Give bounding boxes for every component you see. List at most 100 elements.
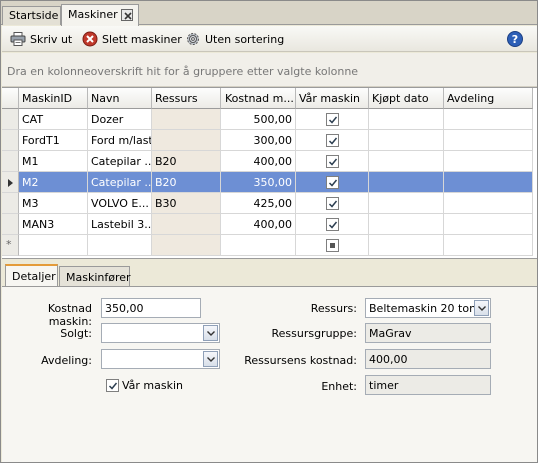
document-tab-bar: Startside Maskiner [1, 1, 537, 26]
cell-bought-date[interactable] [369, 214, 444, 235]
department-select[interactable] [101, 349, 220, 369]
column-header-kostnad[interactable]: Kostnad m... [221, 88, 296, 109]
table-row[interactable]: M3 VOLVO E... B30 425,00 [2, 193, 537, 214]
row-selector[interactable] [2, 172, 19, 193]
cell-machine-id[interactable]: M1 [19, 151, 88, 172]
cell-own-machine[interactable] [296, 193, 369, 214]
cell-resource[interactable] [152, 130, 221, 151]
table-row[interactable]: M2 Catepilar ... B20 350,00 [2, 172, 537, 193]
chevron-down-icon[interactable] [203, 325, 218, 341]
row-selector[interactable] [2, 151, 19, 172]
resource-select[interactable]: Beltemaskin 20 tonn [365, 298, 491, 318]
new-row[interactable]: * [2, 235, 537, 256]
cell-cost[interactable]: 400,00 [221, 214, 296, 235]
cell-department[interactable] [444, 151, 533, 172]
cell-resource[interactable] [152, 214, 221, 235]
cell-machine-id[interactable]: M3 [19, 193, 88, 214]
new-row-cell[interactable] [444, 235, 533, 256]
cell-machine-id[interactable]: CAT [19, 109, 88, 130]
row-selector[interactable] [2, 214, 19, 235]
cell-cost[interactable]: 500,00 [221, 109, 296, 130]
table-row[interactable]: CAT Dozer 500,00 [2, 109, 537, 130]
cell-resource[interactable] [152, 109, 221, 130]
column-header-var-maskin[interactable]: Vår maskin [296, 88, 369, 109]
column-header-navn[interactable]: Navn [88, 88, 152, 109]
cell-department[interactable] [444, 130, 533, 151]
group-by-panel[interactable]: Dra en kolonneoverskrift hit for å grupp… [2, 53, 537, 87]
cell-cost[interactable]: 425,00 [221, 193, 296, 214]
table-row[interactable]: M1 Catepilar ... B20 400,00 [2, 151, 537, 172]
grid-header-row: MaskinID Navn Ressurs Kostnad m... Vår m… [2, 88, 537, 109]
cell-department[interactable] [444, 214, 533, 235]
table-row[interactable]: FordT1 Ford m/last 300,00 [2, 130, 537, 151]
cell-department[interactable] [444, 109, 533, 130]
tab-maskiner[interactable]: Maskiner [61, 4, 139, 26]
cell-own-machine[interactable] [296, 109, 369, 130]
cell-machine-id[interactable]: M2 [19, 172, 88, 193]
cell-machine-id[interactable]: FordT1 [19, 130, 88, 151]
cell-bought-date[interactable] [369, 151, 444, 172]
row-selector[interactable] [2, 130, 19, 151]
cell-cost[interactable]: 400,00 [221, 151, 296, 172]
cell-department[interactable] [444, 172, 533, 193]
own-machine-checkbox[interactable] [326, 155, 339, 168]
own-machine-checkbox[interactable] [326, 176, 339, 189]
print-button[interactable]: Skriv ut [10, 30, 72, 48]
cell-own-machine[interactable] [296, 172, 369, 193]
own-machine-label[interactable]: Vår maskin [122, 379, 183, 392]
cell-resource[interactable]: B20 [152, 172, 221, 193]
cell-resource[interactable]: B30 [152, 193, 221, 214]
cell-bought-date[interactable] [369, 193, 444, 214]
cell-cost[interactable]: 350,00 [221, 172, 296, 193]
new-row-cell[interactable] [221, 235, 296, 256]
cell-name[interactable]: Catepilar ... [88, 151, 152, 172]
chevron-down-icon[interactable] [474, 300, 489, 316]
column-header-ressurs[interactable]: Ressurs [152, 88, 221, 109]
own-machine-checkbox[interactable] [106, 379, 119, 392]
help-icon[interactable]: ? [507, 31, 523, 47]
app-window: Startside Maskiner Skriv ut Slett maskin… [0, 0, 538, 463]
cell-name[interactable]: Dozer [88, 109, 152, 130]
column-header-avdeling[interactable]: Avdeling [444, 88, 533, 109]
column-header-kjopt-dato[interactable]: Kjøpt dato [369, 88, 444, 109]
cell-own-machine[interactable] [296, 214, 369, 235]
sort-button[interactable]: Uten sortering [185, 30, 284, 48]
new-row-checkbox[interactable] [326, 239, 339, 252]
cell-own-machine[interactable] [296, 130, 369, 151]
cell-name[interactable]: VOLVO E... [88, 193, 152, 214]
close-icon[interactable] [121, 9, 133, 21]
cost-field[interactable]: 350,00 [101, 298, 201, 318]
new-row-cell[interactable] [296, 235, 369, 256]
delete-machines-button[interactable]: Slett maskiner [82, 30, 182, 48]
own-machine-checkbox[interactable] [326, 134, 339, 147]
new-row-cell[interactable] [152, 235, 221, 256]
chevron-down-icon[interactable] [203, 351, 218, 367]
tab-detaljer[interactable]: Detaljer [5, 264, 58, 288]
cell-bought-date[interactable] [369, 130, 444, 151]
tab-maskinforer[interactable]: Maskinfører [59, 266, 131, 287]
new-row-cell[interactable] [369, 235, 444, 256]
cell-machine-id[interactable]: MAN3 [19, 214, 88, 235]
row-selector[interactable] [2, 193, 19, 214]
cell-department[interactable] [444, 193, 533, 214]
own-machine-checkbox[interactable] [326, 218, 339, 231]
new-row-cell[interactable] [88, 235, 152, 256]
row-selector[interactable] [2, 109, 19, 130]
table-row[interactable]: MAN3 Lastebil 3... 400,00 [2, 214, 537, 235]
cell-resource[interactable]: B20 [152, 151, 221, 172]
sold-select[interactable] [101, 323, 220, 343]
cell-bought-date[interactable] [369, 172, 444, 193]
cell-name[interactable]: Catepilar ... [88, 172, 152, 193]
own-machine-checkbox[interactable] [326, 113, 339, 126]
new-row-cell[interactable] [19, 235, 88, 256]
cell-own-machine[interactable] [296, 151, 369, 172]
tab-startside[interactable]: Startside [2, 6, 61, 25]
own-machine-checkbox[interactable] [326, 197, 339, 210]
new-row-marker: * [6, 238, 12, 251]
cell-name[interactable]: Ford m/last [88, 130, 152, 151]
cell-name[interactable]: Lastebil 3... [88, 214, 152, 235]
cell-cost[interactable]: 300,00 [221, 130, 296, 151]
cell-bought-date[interactable] [369, 109, 444, 130]
column-header-maskinid[interactable]: MaskinID [19, 88, 88, 109]
resource-group-label: Ressursgruppe: [271, 327, 357, 340]
